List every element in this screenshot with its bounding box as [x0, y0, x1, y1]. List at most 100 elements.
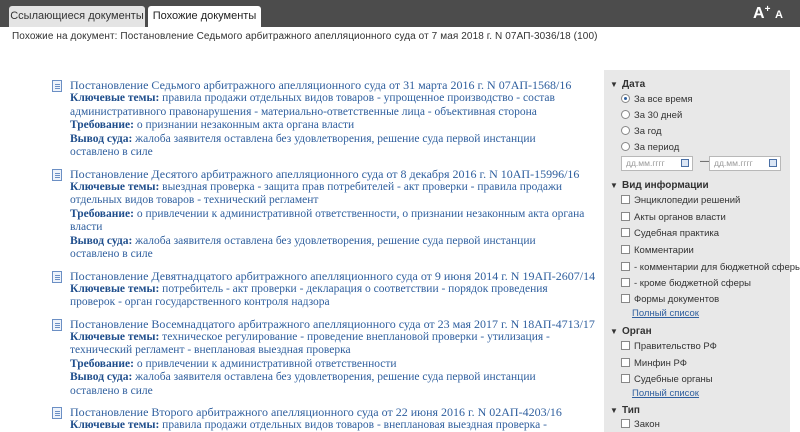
key-topics: Ключевые темы: правила продажи отдельных… [70, 419, 600, 432]
key-topics-label: Ключевые темы: [70, 92, 160, 104]
checkbox-label: Энциклопедии решений [634, 195, 741, 206]
document-icon [52, 318, 62, 331]
checkbox-label: - комментарии для бюджетной сферы [634, 262, 800, 273]
checkbox[interactable] [621, 278, 630, 287]
checkbox-label: Судебные органы [634, 374, 713, 385]
result-title-link[interactable]: Постановление Девятнадцатого арбитражног… [70, 269, 600, 283]
radio-button[interactable] [621, 110, 630, 119]
checkbox[interactable] [621, 419, 630, 428]
tab-referring-documents[interactable]: Ссылающиеся документы [9, 6, 145, 27]
key-topics: Ключевые темы: техническое регулирование… [70, 331, 600, 345]
radio-label: За 30 дней [634, 110, 683, 121]
checkbox-acts[interactable]: Акты органов власти [621, 212, 726, 223]
result-title-link[interactable]: Постановление Седьмого арбитражного апел… [70, 78, 600, 92]
filter-section-title: Вид информации [622, 180, 709, 191]
tab-similar-documents[interactable]: Похожие документы [148, 6, 261, 27]
verdict: Вывод суда: жалоба заявителя оставлена б… [70, 133, 600, 147]
checkbox-encyclopedia[interactable]: Энциклопедии решений [621, 195, 740, 206]
collapse-arrow-icon: ▼ [610, 181, 618, 190]
result-title-link[interactable]: Постановление Второго арбитражного апелл… [70, 405, 600, 419]
filter-section-title: Орган [622, 326, 652, 337]
checkbox-label: Закон [634, 419, 660, 430]
checkbox-label: Комментарии [634, 245, 694, 256]
filter-section-date[interactable]: ▼ Дата [604, 79, 645, 90]
verdict-cont: оставлено в силе [70, 384, 153, 397]
checkbox-label: Минфин РФ [634, 358, 687, 369]
key-topics-text: правила продажи отдельных видов товаров … [162, 419, 547, 431]
checkbox[interactable] [621, 262, 630, 271]
checkbox[interactable] [621, 294, 630, 303]
checkbox-government[interactable]: Правительство РФ [621, 341, 717, 352]
list-item: Постановление Девятнадцатого арбитражног… [52, 269, 600, 310]
checkbox[interactable] [621, 374, 630, 383]
checkbox[interactable] [621, 228, 630, 237]
organ-full-list-link[interactable]: Полный список [632, 388, 699, 399]
demand-text: о признании незаконным акта органа власт… [136, 119, 355, 131]
radio-year[interactable]: За год [621, 126, 662, 137]
demand: Требование: о привлечении к администрати… [70, 358, 600, 372]
date-to-input[interactable]: дд.мм.гггг [709, 156, 781, 171]
checkbox-non-budget[interactable]: - кроме бюджетной сферы [621, 278, 751, 289]
result-title-link[interactable]: Постановление Восемнадцатого арбитражног… [70, 317, 600, 331]
document-icon [52, 80, 62, 92]
checkbox-label: - кроме бюджетной сферы [634, 278, 751, 289]
list-item: Постановление Седьмого арбитражного апел… [52, 78, 600, 160]
radio-30-days[interactable]: За 30 дней [621, 110, 682, 121]
result-title-link[interactable]: Постановление Десятого арбитражного апел… [70, 167, 600, 181]
filter-sidebar: ▼ Дата За все время За 30 дней За год За … [604, 70, 800, 432]
radio-button[interactable] [621, 126, 630, 135]
demand-label: Требование: [70, 207, 134, 220]
checkbox-law[interactable]: Закон [621, 419, 660, 430]
key-topics-cont: проверок - орган государственного контро… [70, 296, 330, 308]
filter-section-organ[interactable]: ▼ Орган [604, 326, 652, 337]
checkbox[interactable] [621, 195, 630, 204]
checkbox-label: Акты органов власти [634, 212, 726, 223]
demand-text: о привлечении к административной ответст… [136, 357, 397, 370]
demand: Требование: о привлечении к администрати… [70, 208, 600, 222]
checkbox-comments[interactable]: Комментарии [621, 245, 694, 256]
demand-cont: власти [70, 221, 103, 233]
verdict-cont: оставлено в силе [70, 248, 153, 260]
radio-button[interactable] [621, 142, 630, 151]
radio-button[interactable] [621, 94, 630, 103]
verdict-cont: оставлено в силе [70, 146, 153, 158]
calendar-icon[interactable] [769, 159, 777, 167]
calendar-icon[interactable] [681, 159, 689, 167]
checkbox[interactable] [621, 212, 630, 221]
date-from-placeholder: дд.мм.гггг [626, 158, 665, 168]
radio-all-time[interactable]: За все время [621, 94, 693, 105]
checkbox-budget-comments[interactable]: - комментарии для бюджетной сферы [621, 262, 800, 273]
checkbox[interactable] [621, 245, 630, 254]
checkbox[interactable] [621, 341, 630, 350]
filter-section-type[interactable]: ▼ Тип [604, 405, 640, 416]
breadcrumb: Похожие на документ: Постановление Седьм… [12, 31, 598, 42]
verdict: Вывод суда: жалоба заявителя оставлена б… [70, 235, 600, 249]
filter-section-title: Тип [622, 405, 640, 416]
key-topics-cont: отдельных видов товаров - технический ре… [70, 194, 319, 206]
collapse-arrow-icon: ▼ [610, 80, 618, 89]
key-topics: Ключевые темы: потребитель - акт проверк… [70, 283, 600, 297]
checkbox-courts[interactable]: Судебные органы [621, 374, 713, 385]
verdict-text: жалоба заявителя оставлена без удовлетво… [135, 371, 536, 383]
key-topics-label: Ключевые темы: [70, 282, 160, 295]
radio-label: За все время [634, 94, 693, 105]
date-from-input[interactable]: дд.мм.гггг [621, 156, 693, 171]
radio-label: За период [634, 142, 680, 153]
checkbox-court-practice[interactable]: Судебная практика [621, 228, 719, 239]
demand-label: Требование: [70, 357, 134, 370]
top-bar: Ссылающиеся документы Похожие документы … [0, 0, 800, 27]
document-icon [52, 168, 62, 181]
increase-font-button[interactable]: A+ [753, 4, 770, 23]
checkbox[interactable] [621, 358, 630, 367]
checkbox-label: Формы документов [634, 294, 720, 305]
filter-section-info-type[interactable]: ▼ Вид информации [604, 180, 709, 191]
info-type-full-list-link[interactable]: Полный список [632, 308, 699, 319]
radio-period[interactable]: За период [621, 142, 679, 153]
checkbox-forms[interactable]: Формы документов [621, 294, 719, 305]
checkbox-minfin[interactable]: Минфин РФ [621, 358, 687, 369]
decrease-font-button[interactable]: A [775, 9, 783, 21]
verdict-label: Вывод суда: [70, 234, 133, 247]
key-topics: Ключевые темы: правила продажи отдельных… [70, 92, 600, 106]
verdict: Вывод суда: жалоба заявителя оставлена б… [70, 371, 600, 385]
key-topics-cont: административного правонарушения - матер… [70, 105, 537, 118]
